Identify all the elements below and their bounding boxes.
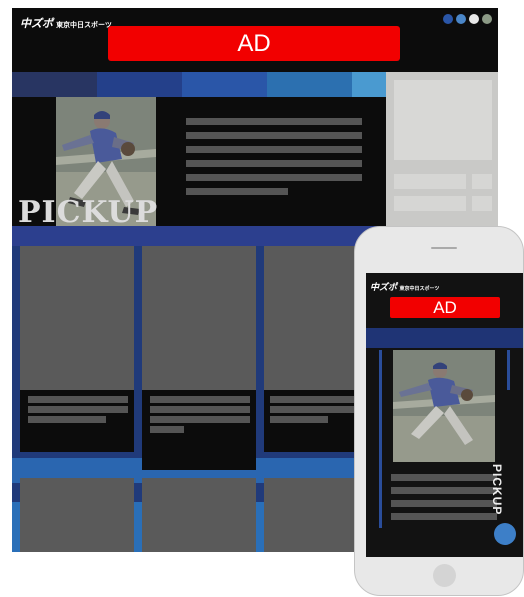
pickup-card[interactable] <box>20 478 134 552</box>
text-line <box>150 416 250 423</box>
logo-sub: 東京中日スポーツ <box>56 22 112 29</box>
text-line <box>391 474 497 481</box>
pickup-side-bar <box>379 350 382 528</box>
mobile-pickup-section: PICKUP <box>366 348 523 557</box>
ad-label: AD <box>237 29 271 57</box>
pickup-card[interactable] <box>20 246 134 452</box>
text-line <box>28 416 106 423</box>
ad-banner[interactable]: AD <box>108 26 400 61</box>
mobile-pickup-heading: PICKUP <box>490 464 504 516</box>
logo-sub: 東京中日スポーツ <box>399 286 440 292</box>
mobile-nav[interactable] <box>366 328 523 348</box>
text-line <box>186 160 362 167</box>
text-line <box>186 132 362 139</box>
pickup-side-bar <box>507 350 510 390</box>
text-line <box>391 513 497 520</box>
phone-screen: 中ズポ 東京中日スポーツ AD PICKUP <box>366 273 523 557</box>
mobile-hero-photo[interactable] <box>393 350 495 462</box>
mobile-site-logo[interactable]: 中ズポ 東京中日スポーツ <box>370 280 439 293</box>
sidebar-bar <box>394 174 466 189</box>
nav-item[interactable] <box>352 72 386 97</box>
pickup-card[interactable] <box>142 246 256 470</box>
scroll-top-button[interactable] <box>494 523 516 545</box>
card-caption <box>20 390 134 452</box>
card-image <box>20 246 134 390</box>
text-line <box>150 426 184 433</box>
card-image <box>20 478 134 552</box>
text-line <box>186 118 362 125</box>
logo-main: 中ズポ <box>370 282 398 292</box>
pickup-section <box>12 226 386 552</box>
site-logo[interactable]: 中ズポ 東京中日スポーツ <box>20 15 112 31</box>
text-line <box>186 146 362 153</box>
nav-item[interactable] <box>12 72 97 97</box>
text-line <box>28 396 128 403</box>
card-caption <box>142 390 256 470</box>
text-line <box>391 487 497 494</box>
header-dot[interactable] <box>443 14 453 24</box>
text-line <box>186 188 288 195</box>
header-dot[interactable] <box>482 14 492 24</box>
nav-item[interactable] <box>97 72 182 97</box>
card-image <box>142 478 256 552</box>
baseball-pitcher-image <box>393 350 495 462</box>
header-dots <box>443 14 492 24</box>
sidebar-block[interactable] <box>394 80 492 160</box>
header-dot[interactable] <box>456 14 466 24</box>
desktop-nav <box>12 72 386 97</box>
nav-item[interactable] <box>267 72 352 97</box>
logo-main: 中ズポ <box>20 18 53 30</box>
phone-mockup: 中ズポ 東京中日スポーツ AD PICKUP <box>354 226 524 596</box>
card-image <box>142 246 256 390</box>
text-line <box>186 174 362 181</box>
text-line <box>150 406 250 413</box>
ad-label: AD <box>433 297 457 317</box>
sidebar-bar <box>472 196 492 211</box>
desktop-header: 中ズポ 東京中日スポーツ AD <box>12 8 498 71</box>
text-line <box>150 396 250 403</box>
phone-home-button <box>433 564 456 587</box>
phone-speaker <box>431 247 457 249</box>
text-line <box>270 416 328 423</box>
mobile-ad-banner[interactable]: AD <box>390 297 500 318</box>
nav-item[interactable] <box>182 72 267 97</box>
pickup-heading: PICKUP <box>18 195 159 230</box>
header-dot[interactable] <box>469 14 479 24</box>
sidebar-bar <box>394 196 466 211</box>
text-line <box>28 406 128 413</box>
sidebar-bar <box>472 174 492 189</box>
pickup-card[interactable] <box>142 478 256 552</box>
text-line <box>391 500 497 507</box>
